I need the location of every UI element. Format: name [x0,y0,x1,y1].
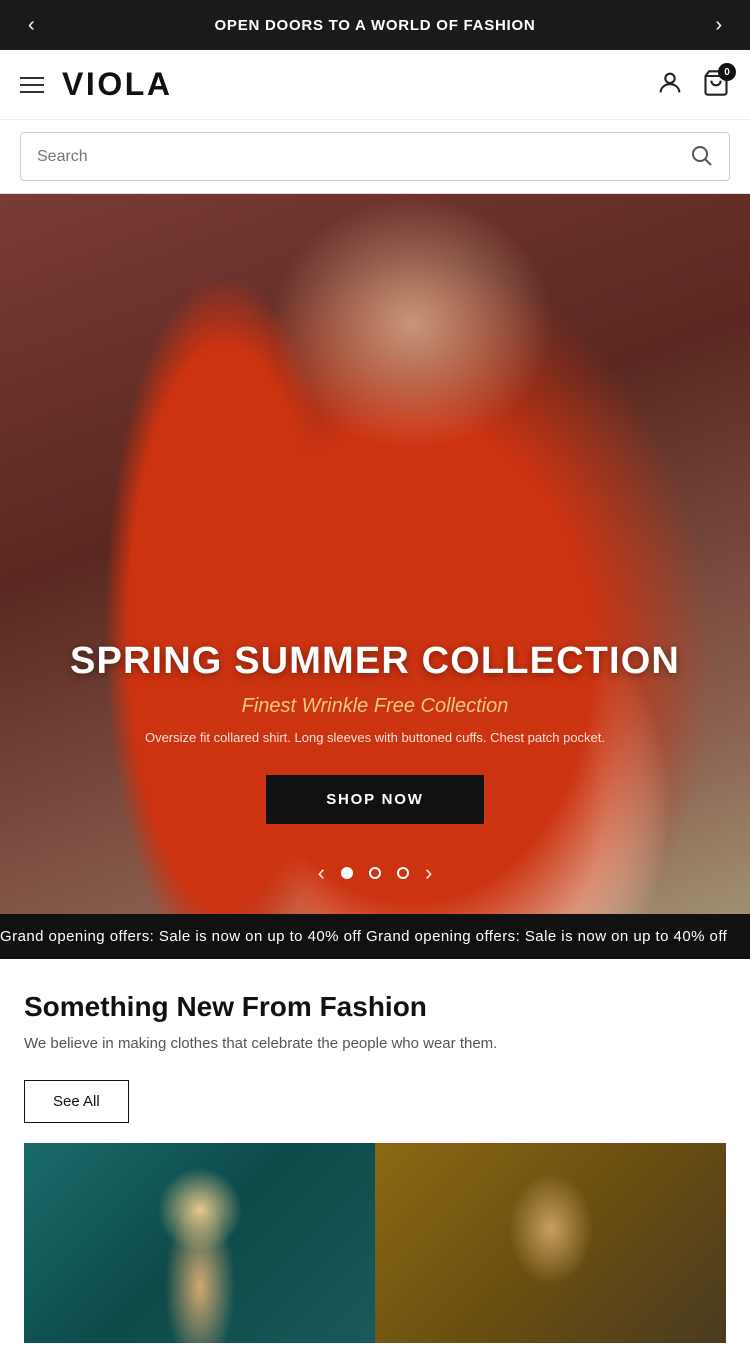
slider-next-button[interactable]: › [425,860,432,886]
account-button[interactable] [656,69,684,100]
search-icon [689,143,713,167]
search-bar [0,120,750,194]
product-grid [24,1123,726,1343]
slider-dot-2[interactable] [369,867,381,879]
new-fashion-section: Something New From Fashion We believe in… [0,959,750,1363]
product-image-2 [481,1153,621,1343]
announcement-prev-button[interactable]: ‹ [20,7,43,43]
account-icon [656,69,684,97]
shop-now-button[interactable]: SHOP NOW [266,775,483,824]
header-right: 0 [656,69,730,100]
new-section-description: We believe in making clothes that celebr… [24,1033,726,1056]
promo-ticker: Grand opening offers: Sale is now on up … [0,914,750,959]
announcement-text: OPEN DOORS TO A WORLD OF FASHION [43,17,708,34]
hero-subtitle: Finest Wrinkle Free Collection [70,695,680,718]
hero-slider: SPRING SUMMER COLLECTION Finest Wrinkle … [0,194,750,914]
product-card-1[interactable] [24,1143,375,1343]
see-all-button[interactable]: See All [24,1080,129,1123]
slider-dot-3[interactable] [397,867,409,879]
search-input[interactable] [37,148,689,166]
hero-image: SPRING SUMMER COLLECTION Finest Wrinkle … [0,194,750,914]
hero-title: SPRING SUMMER COLLECTION [70,641,680,683]
hero-content: SPRING SUMMER COLLECTION Finest Wrinkle … [30,641,720,824]
announcement-bar: ‹ OPEN DOORS TO A WORLD OF FASHION › [0,0,750,50]
hamburger-line-3 [20,91,44,93]
header-left: VIOLA [20,66,173,103]
header: VIOLA 0 [0,50,750,120]
hamburger-line-1 [20,77,44,79]
search-button[interactable] [689,143,713,170]
new-section-title: Something New From Fashion [24,991,726,1023]
hamburger-line-2 [20,84,44,86]
hamburger-menu-button[interactable] [20,77,44,93]
cart-badge: 0 [718,63,736,81]
product-card-2[interactable] [375,1143,726,1343]
search-inner [20,132,730,181]
logo: VIOLA [62,66,173,103]
hero-description: Oversize fit collared shirt. Long sleeve… [70,728,680,748]
product-image-1 [130,1153,270,1343]
slider-controls: ‹ › [0,860,750,886]
promo-ticker-text: Grand opening offers: Sale is now on up … [0,928,727,945]
slider-prev-button[interactable]: ‹ [318,860,325,886]
announcement-next-button[interactable]: › [707,7,730,43]
cart-button[interactable]: 0 [702,69,730,100]
slider-dot-1[interactable] [341,867,353,879]
